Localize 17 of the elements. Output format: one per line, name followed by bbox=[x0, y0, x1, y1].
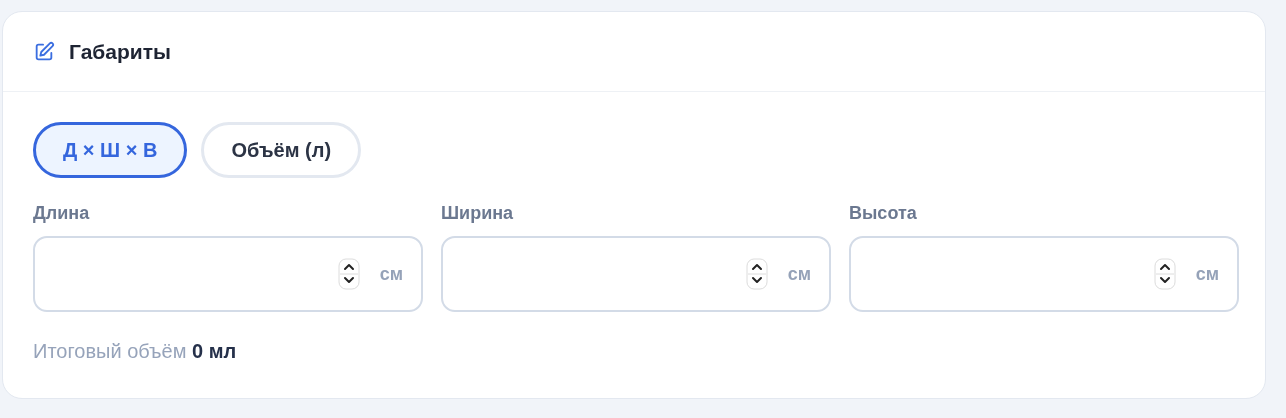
stepper-icon[interactable] bbox=[745, 258, 768, 290]
stepper-icon[interactable] bbox=[337, 258, 360, 290]
stepper-icon[interactable] bbox=[1153, 258, 1176, 290]
unit-label: см bbox=[1195, 263, 1219, 285]
number-field[interactable]: см bbox=[849, 236, 1239, 312]
unit-label: см bbox=[787, 263, 811, 285]
field-label: Длина bbox=[33, 203, 91, 224]
number-field[interactable]: см bbox=[441, 236, 831, 312]
edit-icon bbox=[33, 40, 55, 63]
card-title: Габариты bbox=[69, 39, 171, 64]
number-field[interactable]: см bbox=[33, 236, 423, 312]
mode-toggle[interactable]: Объём (л) bbox=[201, 122, 362, 178]
mode-toggle[interactable]: Д × Ш × В bbox=[33, 122, 188, 178]
field-label: Ширина bbox=[441, 203, 515, 224]
field-label: Высота bbox=[849, 203, 918, 224]
unit-label: см bbox=[379, 263, 403, 285]
total-volume: Итоговый объём 0 мл bbox=[33, 340, 238, 363]
